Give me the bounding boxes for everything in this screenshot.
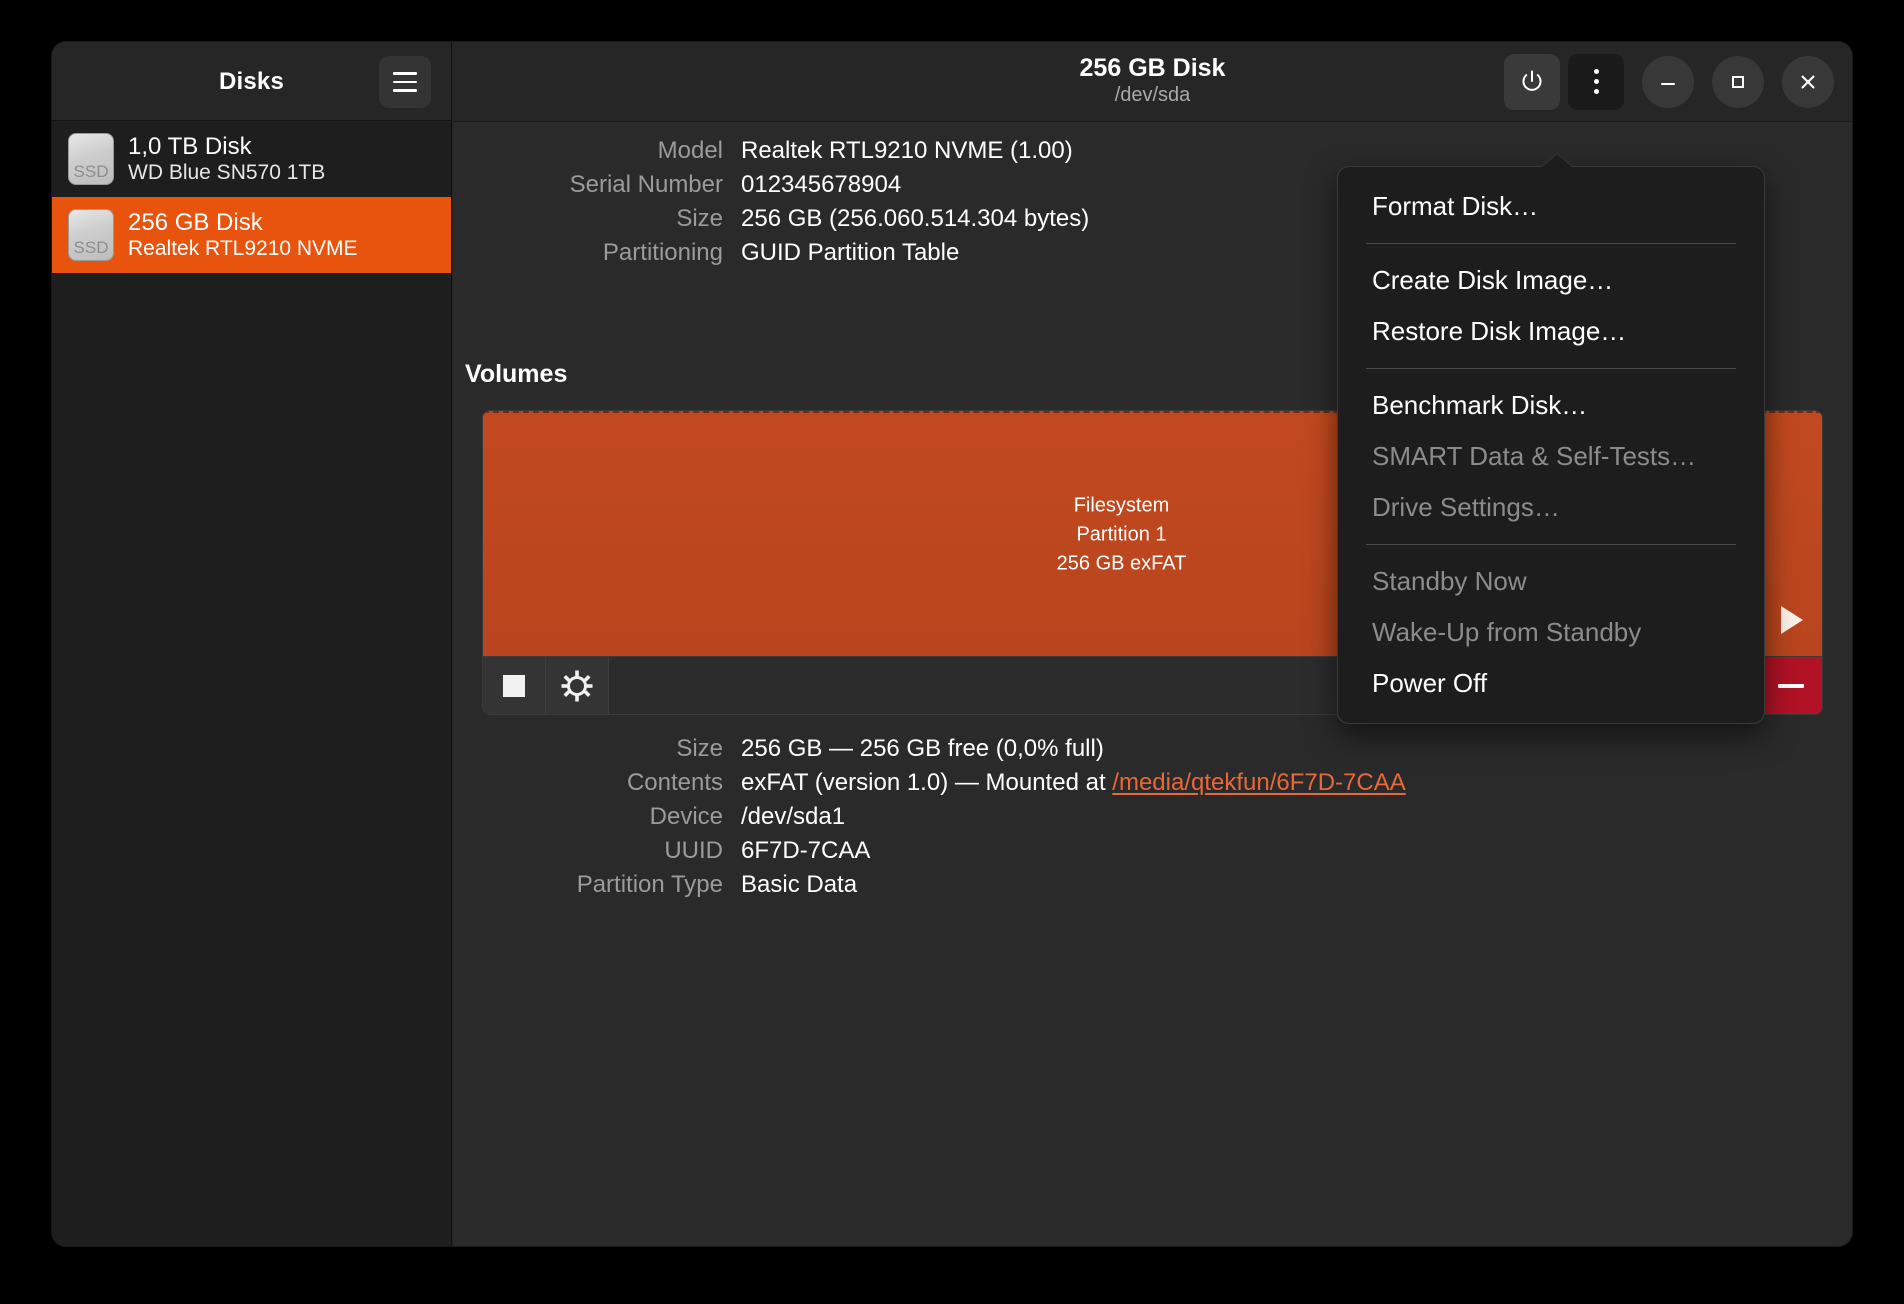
ssd-badge-label: SSD [73, 238, 109, 257]
vertical-dots-icon [1593, 69, 1599, 94]
detail-row: Partition Type Basic Data [453, 868, 1852, 902]
info-value: 012345678904 [741, 171, 902, 198]
unmount-button[interactable] [483, 657, 546, 714]
menu-item-restore-disk-image[interactable]: Restore Disk Image… [1338, 306, 1764, 357]
sidebar-header: Disks [52, 42, 451, 121]
info-key: Serial Number [569, 171, 723, 198]
dot [1593, 79, 1599, 84]
header-button-group [1504, 42, 1834, 121]
drive-options-menu: Format Disk… Create Disk Image… Restore … [1337, 154, 1765, 724]
menu-item-drive-settings: Drive Settings… [1372, 492, 1560, 522]
hamburger-icon-line [393, 89, 417, 92]
sidebar-item-disk-1tb[interactable]: SSD 1,0 TB Disk WD Blue SN570 1TB [52, 121, 451, 197]
disk-list: SSD 1,0 TB Disk WD Blue SN570 1TB SSD 25… [52, 121, 451, 273]
detail-value-text: exFAT (version 1.0) — Mounted at [741, 769, 1113, 796]
info-key: Model [657, 137, 723, 164]
detail-key: Partition Type [576, 871, 723, 898]
sidebar-item-disk-256gb[interactable]: SSD 256 GB Disk Realtek RTL9210 NVME [52, 197, 451, 273]
disk-text-group: 256 GB Disk Realtek RTL9210 NVME [128, 209, 358, 261]
close-icon [1801, 75, 1815, 88]
delete-partition-button[interactable] [1760, 657, 1822, 714]
disk-name: 256 GB Disk [128, 209, 263, 237]
mount-point-link[interactable]: /media/qtekfun/6F7D-7CAA [1112, 769, 1405, 796]
gear-icon [561, 670, 593, 701]
dot [1593, 69, 1599, 74]
info-key: Partitioning [602, 239, 723, 266]
info-row: Model Realtek RTL9210 NVME (1.00) [453, 134, 1852, 168]
detail-row: Contents exFAT (version 1.0) — Mounted a… [453, 766, 1852, 800]
minus-icon [1778, 683, 1804, 688]
minimize-button[interactable] [1642, 55, 1694, 108]
menu-item-format-disk[interactable]: Format Disk… [1338, 181, 1764, 232]
detail-key: Contents [626, 769, 723, 796]
volume-details-table: Size 256 GB — 256 GB free (0,0% full) Co… [453, 732, 1852, 902]
sidebar: Disks SSD 1,0 TB Disk WD Blue SN570 1TB [52, 42, 452, 1246]
menu-item-wake-up-from-standby: Wake-Up from Standby [1372, 617, 1642, 647]
main-header-bar: 256 GB Disk /dev/sda [453, 42, 1852, 122]
popup-arrow [1542, 154, 1572, 167]
mount-partition-button[interactable] [1760, 411, 1822, 656]
hamburger-icon-line [393, 72, 417, 75]
menu-separator [1366, 243, 1736, 244]
hamburger-icon-line [393, 80, 417, 84]
info-value: Realtek RTL9210 NVME (1.00) [741, 137, 1073, 164]
detail-row: Device /dev/sda1 [453, 800, 1852, 834]
detail-row: UUID 6F7D-7CAA [453, 834, 1852, 868]
disk-name: 1,0 TB Disk [128, 133, 252, 161]
detail-key: Device [649, 803, 723, 830]
ssd-drive-icon: SSD [68, 209, 114, 261]
ssd-drive-icon: SSD [68, 133, 114, 185]
disk-model: Realtek RTL9210 NVME [128, 236, 358, 260]
more-options-button[interactable] [1568, 53, 1624, 110]
detail-value: Basic Data [741, 871, 858, 898]
detail-key: Size [676, 735, 723, 762]
stop-icon [503, 674, 525, 697]
info-value: GUID Partition Table [741, 239, 960, 266]
ssd-badge-label: SSD [73, 162, 109, 181]
detail-value: 256 GB — 256 GB free (0,0% full) [741, 735, 1104, 762]
detail-row: Size 256 GB — 256 GB free (0,0% full) [453, 732, 1852, 766]
maximize-icon [1732, 75, 1744, 88]
menu-separator [1366, 368, 1736, 369]
hamburger-menu-button[interactable] [379, 56, 431, 108]
maximize-button[interactable] [1712, 55, 1764, 108]
close-button[interactable] [1782, 55, 1834, 108]
volume-options-button[interactable] [546, 657, 609, 714]
menu-item-standby-now: Standby Now [1372, 566, 1527, 596]
detail-value: exFAT (version 1.0) — Mounted at /media/… [741, 766, 1406, 800]
menu-item-power-off[interactable]: Power Off [1338, 658, 1764, 709]
dot [1593, 89, 1599, 94]
screen: Disks SSD 1,0 TB Disk WD Blue SN570 1TB [0, 0, 1904, 1304]
volumes-section-title: Volumes [465, 360, 568, 388]
info-value: 256 GB (256.060.514.304 bytes) [741, 205, 1090, 232]
menu-item-smart-data: SMART Data & Self-Tests… [1372, 441, 1697, 471]
menu-item-benchmark-disk[interactable]: Benchmark Disk… [1338, 380, 1764, 431]
info-key: Size [676, 205, 723, 232]
detail-value: /dev/sda1 [741, 803, 846, 830]
power-icon [1522, 70, 1542, 91]
detail-value: 6F7D-7CAA [741, 837, 871, 864]
menu-item-create-disk-image[interactable]: Create Disk Image… [1338, 255, 1764, 306]
disk-model: WD Blue SN570 1TB [128, 160, 326, 184]
detail-key: UUID [664, 837, 723, 864]
disk-text-group: 1,0 TB Disk WD Blue SN570 1TB [128, 133, 325, 185]
power-button[interactable] [1504, 53, 1560, 110]
play-icon [1780, 606, 1803, 634]
minimize-icon [1661, 82, 1675, 85]
menu-separator [1366, 544, 1736, 545]
